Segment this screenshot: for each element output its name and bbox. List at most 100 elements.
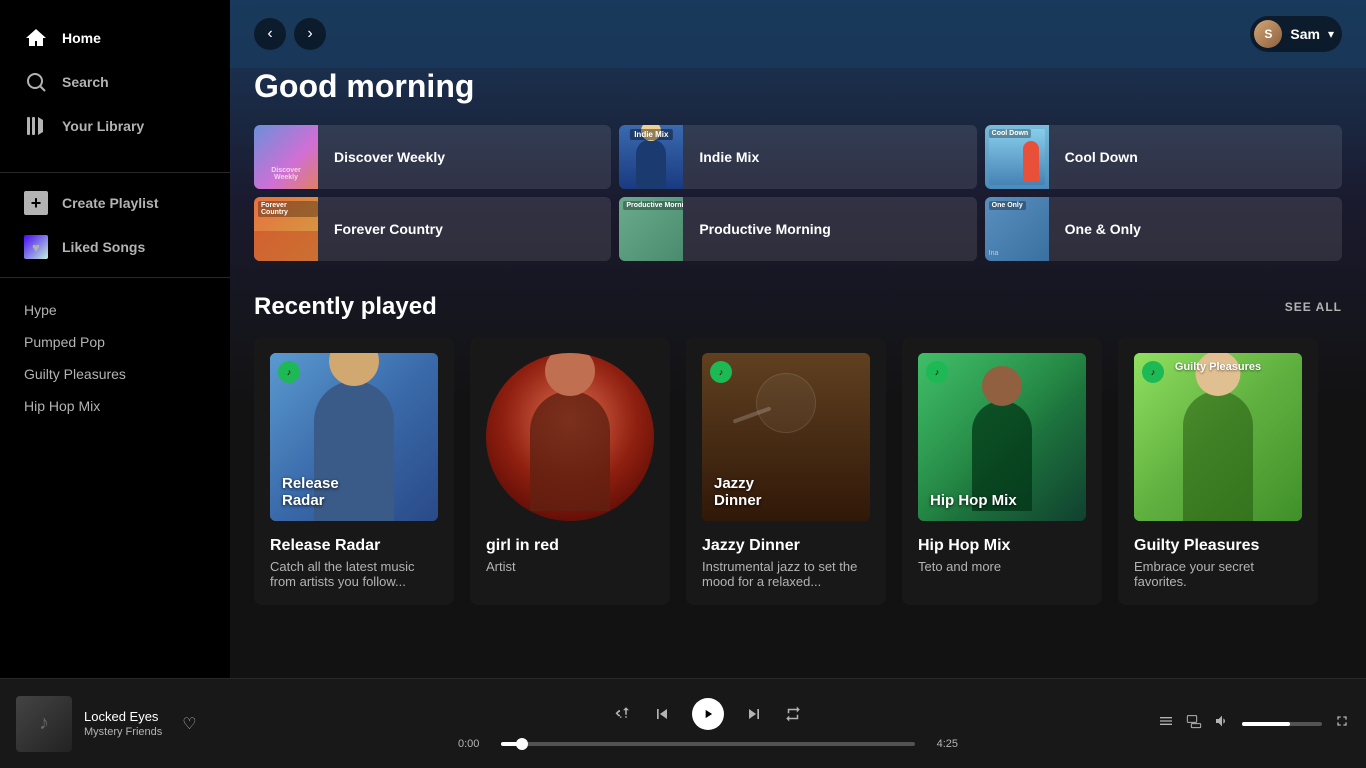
main-content: ‹ › S Sam ▾ Good morning Disco — [230, 0, 1366, 678]
quick-card-label: Discover Weekly — [318, 149, 461, 165]
list-item[interactable]: Hip Hop Mix — [0, 390, 230, 422]
play-pause-button[interactable] — [692, 698, 724, 730]
shuffle-button[interactable] — [614, 705, 632, 723]
card-title: Jazzy Dinner — [702, 537, 870, 555]
quick-card-img-indie: Indie Mix — [619, 125, 683, 189]
forward-button[interactable]: › — [294, 18, 326, 50]
liked-songs-button[interactable]: ♥ Liked Songs — [0, 225, 230, 269]
progress-track[interactable] — [501, 742, 915, 746]
card-jazzy-dinner[interactable]: ♪ JazzyDinner Jazzy Dinner Instrumental … — [686, 337, 886, 605]
library-icon — [24, 114, 48, 138]
sidebar-item-search[interactable]: Search — [0, 60, 230, 104]
quick-card-label: Indie Mix — [683, 149, 775, 165]
player-bar: ♪ Locked Eyes Mystery Friends ♡ — [0, 678, 1366, 768]
see-all-button[interactable]: SEE ALL — [1285, 300, 1342, 314]
quick-card-one-only[interactable]: One Only Ina One & Only — [985, 197, 1342, 261]
top-bar: ‹ › S Sam ▾ — [230, 0, 1366, 68]
player-controls-section: 0:00 4:25 — [316, 698, 1100, 750]
quick-card-cool-down[interactable]: Cool Down Cool Down — [985, 125, 1342, 189]
card-img-release-radar: ♪ ReleaseRadar — [270, 353, 438, 521]
like-button[interactable]: ♡ — [182, 714, 196, 734]
next-button[interactable] — [744, 704, 764, 724]
home-label: Home — [62, 30, 101, 46]
card-girl-in-red[interactable]: girl in red Artist — [470, 337, 670, 605]
queue-button[interactable] — [1158, 713, 1174, 734]
cool-down-art: Cool Down — [985, 125, 1049, 189]
current-time: 0:00 — [458, 738, 493, 750]
avatar: S — [1254, 20, 1282, 48]
jazzy-dinner-art: ♪ JazzyDinner — [702, 353, 870, 521]
user-menu[interactable]: S Sam ▾ — [1250, 16, 1342, 52]
player-track-section: ♪ Locked Eyes Mystery Friends ♡ — [16, 696, 316, 752]
card-subtitle: Artist — [486, 559, 654, 574]
card-title: Guilty Pleasures — [1134, 537, 1302, 555]
search-icon — [24, 70, 48, 94]
progress-dot — [516, 738, 528, 750]
card-guilty-pleasures[interactable]: Guilty Pleasures ♪ Guilty Pleasures Embr… — [1118, 337, 1318, 605]
spotify-logo: ♪ — [710, 361, 732, 383]
quick-card-label: Cool Down — [1049, 149, 1154, 165]
fullscreen-button[interactable] — [1334, 713, 1350, 734]
card-img-hiphop: ♪ Hip Hop Mix — [918, 353, 1086, 521]
quick-card-img-productive: Productive Morning — [619, 197, 683, 261]
home-icon — [24, 26, 48, 50]
library-label: Your Library — [62, 118, 144, 134]
playback-controls — [614, 698, 802, 730]
quick-card-img-cool: Cool Down — [985, 125, 1049, 189]
card-title: Release Radar — [270, 537, 438, 555]
player-extra-controls — [1100, 713, 1350, 734]
overlay-text: Hip Hop Mix — [930, 492, 1017, 509]
list-item[interactable]: Hype — [0, 294, 230, 326]
page-content: Good morning Discover Weekly Discover We… — [230, 68, 1366, 629]
quick-card-img-discover: Discover Weekly — [254, 125, 318, 189]
sidebar-nav: Home Search — [0, 8, 230, 164]
sidebar: Home Search — [0, 0, 230, 678]
quick-card-label: Forever Country — [318, 221, 459, 237]
artist-name: Mystery Friends — [84, 726, 162, 738]
volume-slider[interactable] — [1242, 722, 1322, 726]
recently-played-title: Recently played — [254, 293, 437, 321]
card-release-radar[interactable]: ♪ ReleaseRadar Release Radar Catch all t… — [254, 337, 454, 605]
volume-fill — [1242, 722, 1290, 726]
recently-played-cards: ♪ ReleaseRadar Release Radar Catch all t… — [254, 337, 1342, 605]
card-title: girl in red — [486, 537, 654, 555]
back-button[interactable]: ‹ — [254, 18, 286, 50]
card-subtitle: Embrace your secret favorites. — [1134, 559, 1302, 589]
quick-card-img-country: Forever Country — [254, 197, 318, 261]
quick-card-img-one-only: One Only Ina — [985, 197, 1049, 261]
overlay-text: JazzyDinner — [714, 475, 762, 509]
search-label: Search — [62, 74, 109, 90]
card-hip-hop-mix[interactable]: ♪ Hip Hop Mix Hip Hop Mix Teto and more — [902, 337, 1102, 605]
quick-play-grid: Discover Weekly Discover Weekly — [254, 125, 1342, 261]
track-info: Locked Eyes Mystery Friends — [84, 709, 162, 738]
quick-card-discover-weekly[interactable]: Discover Weekly Discover Weekly — [254, 125, 611, 189]
hip-hop-art: ♪ Hip Hop Mix — [918, 353, 1086, 521]
quick-card-forever-country[interactable]: Forever Country Forever Country — [254, 197, 611, 261]
quick-card-productive-morning[interactable]: Productive Morning Productive Morning — [619, 197, 976, 261]
card-subtitle: Catch all the latest music from artists … — [270, 559, 438, 589]
overlay-text: ReleaseRadar — [282, 475, 339, 509]
devices-button[interactable] — [1186, 713, 1202, 734]
card-subtitle: Instrumental jazz to set the mood for a … — [702, 559, 870, 589]
sidebar-item-library[interactable]: Your Library — [0, 104, 230, 148]
repeat-button[interactable] — [784, 705, 802, 723]
heart-icon: ♥ — [24, 235, 48, 259]
previous-button[interactable] — [652, 704, 672, 724]
sidebar-item-home[interactable]: Home — [0, 16, 230, 60]
spotify-logo: ♪ — [1142, 361, 1164, 383]
card-subtitle: Teto and more — [918, 559, 1086, 574]
girl-in-red-art — [486, 353, 654, 521]
volume-button[interactable] — [1214, 713, 1230, 734]
list-item[interactable]: Guilty Pleasures — [0, 358, 230, 390]
one-only-art: One Only Ina — [985, 197, 1049, 261]
playlist-list: Hype Pumped Pop Guilty Pleasures Hip Hop… — [0, 294, 230, 422]
page-title: Good morning — [254, 68, 1342, 105]
progress-bar[interactable]: 0:00 4:25 — [458, 738, 958, 750]
quick-card-indie-mix[interactable]: Indie Mix Indie Mix — [619, 125, 976, 189]
card-img-girl-in-red — [486, 353, 654, 521]
create-playlist-button[interactable]: + Create Playlist — [0, 181, 230, 225]
indie-mix-art: Indie Mix — [619, 125, 683, 189]
total-time: 4:25 — [923, 738, 958, 750]
list-item[interactable]: Pumped Pop — [0, 326, 230, 358]
spotify-logo: ♪ — [926, 361, 948, 383]
